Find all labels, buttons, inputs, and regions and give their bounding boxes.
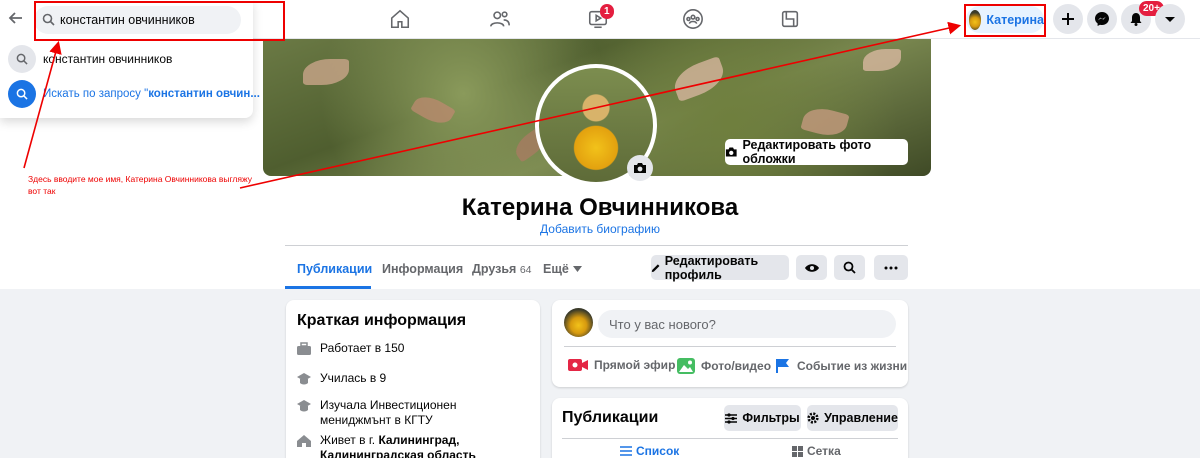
annotation-arrows <box>23 21 962 189</box>
